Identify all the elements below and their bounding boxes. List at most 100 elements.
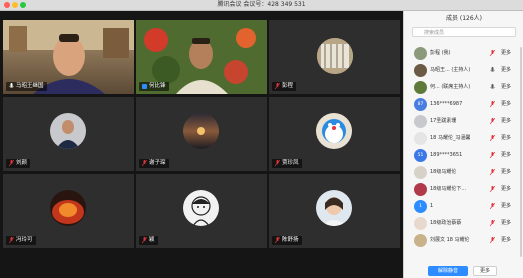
participant-more-button[interactable]: 更多 (501, 181, 511, 198)
participant-tile[interactable]: 彭程 (269, 20, 400, 94)
participant-row[interactable]: 18级马耀伦 更多 (404, 164, 523, 181)
mic-icon[interactable] (490, 67, 495, 74)
participant-row[interactable]: 18 马耀伦_冯涵馨 更多 (404, 130, 523, 147)
tile-nametag: 何比锋 (139, 82, 169, 91)
participants-scrollbar[interactable] (520, 47, 522, 257)
unmute-all-button[interactable]: 解除静音 (428, 266, 468, 276)
participant-row[interactable]: 马昭王... (主持人) 更多 (404, 62, 523, 79)
cohost-badge-icon (142, 84, 147, 89)
tile-name: 陈舒扬 (282, 237, 299, 243)
participant-avatar (414, 115, 427, 128)
video-gallery: 马昭王继国 何比锋 彭程 刘颜 谢子琛 贾珍凤 冯玲可 颖 陈舒扬 (0, 11, 403, 278)
participant-more-button[interactable]: 更多 (501, 113, 511, 130)
tile-name: 贾珍凤 (282, 160, 299, 166)
meeting-label: 会议号： (243, 1, 268, 8)
participant-avatar (414, 132, 427, 145)
participants-header: 成员 (126人) (445, 15, 483, 22)
participant-name: 彭程 (我) (430, 50, 451, 56)
participant-row[interactable]: 18级政治蔡蔡 更多 (404, 215, 523, 232)
muted-mic-icon[interactable] (490, 101, 495, 108)
title-bar: 腾讯会议 会议号：428 349 531 (0, 0, 523, 11)
more-options-button[interactable]: 更多 (473, 266, 497, 276)
participant-more-button[interactable]: 更多 (501, 215, 511, 232)
participant-name: 136****6987 (430, 101, 463, 107)
participant-avatar (183, 113, 219, 149)
muted-mic-icon (275, 160, 280, 167)
tile-name: 马昭王继国 (16, 83, 44, 89)
participant-name: 18 马耀伦_冯涵馨 (430, 135, 471, 141)
participant-name: 何... (联席主持人) (430, 84, 471, 90)
participant-avatar (50, 113, 86, 149)
participant-tile[interactable]: 陈舒扬 (269, 174, 400, 248)
participant-tile[interactable]: 谢子琛 (136, 97, 267, 171)
tile-nametag: 马昭王继国 (6, 82, 47, 91)
participant-row[interactable]: 51 189****3651 更多 (404, 147, 523, 164)
participant-row[interactable]: 刘展文 18 马耀伦 更多 (404, 232, 523, 249)
muted-mic-icon[interactable] (490, 50, 495, 57)
tile-name: 何比锋 (149, 83, 166, 89)
participant-row[interactable]: 87 136****6987 更多 (404, 96, 523, 113)
tile-nametag: 颖 (139, 236, 158, 245)
video-tile-active-speaker[interactable]: 何比锋 (136, 20, 267, 94)
participant-name: 18级马耀伦下... (430, 186, 467, 192)
participant-name: 18级马耀伦 (430, 169, 457, 175)
participants-panel: 成员 (126人) 搜索成员 彭程 (我) 更多 马昭王... (主持人) 更多… (403, 11, 523, 278)
participant-tile[interactable]: 冯玲可 (3, 174, 134, 248)
tile-nametag: 彭程 (272, 82, 297, 91)
participant-more-button[interactable]: 更多 (501, 130, 511, 147)
muted-mic-icon[interactable] (490, 203, 495, 210)
participant-more-button[interactable]: 更多 (501, 96, 511, 113)
participant-more-button[interactable]: 更多 (501, 62, 511, 79)
participant-tile[interactable]: 刘颜 (3, 97, 134, 171)
participants-footer: 解除静音 更多 (404, 266, 523, 278)
muted-mic-icon[interactable] (490, 186, 495, 193)
muted-mic-icon[interactable] (490, 169, 495, 176)
window-title: 腾讯会议 会议号：428 349 531 (0, 0, 523, 10)
muted-mic-icon[interactable] (490, 220, 495, 227)
meeting-id: 428 349 531 (267, 1, 306, 8)
participant-row[interactable]: 彭程 (我) 更多 (404, 45, 523, 62)
participant-more-button[interactable]: 更多 (501, 45, 511, 62)
participant-tile[interactable]: 颖 (136, 174, 267, 248)
muted-mic-icon[interactable] (490, 135, 495, 142)
participant-row[interactable]: 18级马耀伦下... 更多 (404, 181, 523, 198)
participant-more-button[interactable]: 更多 (501, 198, 511, 215)
mic-icon[interactable] (490, 84, 495, 91)
participant-more-button[interactable]: 更多 (501, 79, 511, 96)
muted-mic-icon[interactable] (490, 237, 495, 244)
participant-more-button[interactable]: 更多 (501, 232, 511, 249)
participant-tile[interactable]: 贾珍凤 (269, 97, 400, 171)
tile-name: 彭程 (282, 83, 294, 89)
tile-name: 谢子琛 (149, 160, 166, 166)
participant-name: 17圣跋素珊 (430, 118, 457, 124)
muted-mic-icon[interactable] (490, 152, 495, 159)
tile-name: 颖 (149, 237, 155, 243)
participant-avatar (183, 190, 219, 226)
mic-icon (9, 83, 14, 88)
participant-avatar (414, 166, 427, 179)
participant-more-button[interactable]: 更多 (501, 164, 511, 181)
participant-name: 马昭王... (主持人) (430, 67, 471, 73)
muted-mic-icon (142, 160, 147, 167)
tile-name: 刘颜 (16, 160, 28, 166)
tile-name: 冯玲可 (16, 237, 33, 243)
participant-avatar-initials: 1 (414, 200, 427, 213)
participant-more-button[interactable]: 更多 (501, 147, 511, 164)
participant-avatar (414, 234, 427, 247)
muted-mic-icon[interactable] (490, 118, 495, 125)
participant-avatar-initials: 87 (414, 98, 427, 111)
app-name: 腾讯会议 (217, 1, 242, 8)
muted-mic-icon (275, 83, 280, 90)
participant-row[interactable]: 17圣跋素珊 更多 (404, 113, 523, 130)
participant-avatar (414, 64, 427, 77)
participant-row[interactable]: 1 1 更多 (404, 198, 523, 215)
participant-row[interactable]: 何... (联席主持人) 更多 (404, 79, 523, 96)
muted-mic-icon (9, 237, 14, 244)
muted-mic-icon (275, 237, 280, 244)
participant-avatar (414, 47, 427, 60)
tile-nametag: 谢子琛 (139, 159, 169, 168)
tile-nametag: 刘颜 (6, 159, 31, 168)
search-input[interactable]: 搜索成员 (412, 27, 516, 37)
participant-avatar (414, 183, 427, 196)
video-tile[interactable]: 马昭王继国 (3, 20, 134, 94)
